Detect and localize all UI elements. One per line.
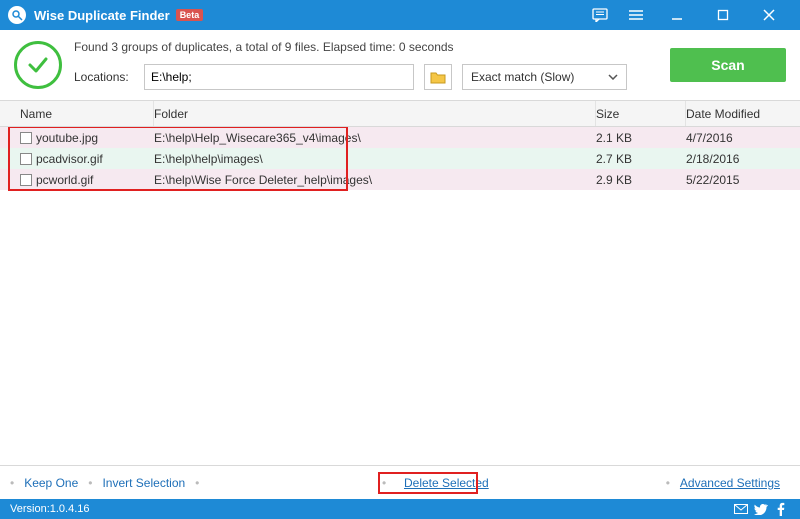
facebook-icon[interactable] [772,500,790,518]
cell-name: pcworld.gif [36,173,93,187]
chevron-down-icon [608,74,618,80]
match-mode-value: Exact match (Slow) [471,70,574,84]
advanced-settings-link[interactable]: Advanced Settings [680,476,780,490]
row-checkbox[interactable] [20,153,32,165]
status-icon [14,41,62,89]
col-header-date[interactable]: Date Modified [686,101,786,126]
cell-name: youtube.jpg [36,131,98,145]
bottom-panel: •Keep One •Invert Selection • • Delete S… [0,465,800,499]
result-rows: youtube.jpg E:\help\Help_Wisecare365_v4\… [0,127,800,465]
maximize-button[interactable] [700,0,746,30]
table-row[interactable]: pcworld.gif E:\help\Wise Force Deleter_h… [0,169,800,190]
row-checkbox[interactable] [20,132,32,144]
titlebar: Wise Duplicate Finder Beta [0,0,800,30]
cell-folder: E:\help\Help_Wisecare365_v4\images\ [154,131,596,145]
top-panel: Found 3 groups of duplicates, a total of… [0,30,800,101]
cell-size: 2.7 KB [596,152,686,166]
table-row[interactable]: youtube.jpg E:\help\Help_Wisecare365_v4\… [0,127,800,148]
twitter-icon[interactable] [752,500,770,518]
app-logo [8,6,26,24]
feedback-button[interactable] [582,0,618,30]
table-header: Name Folder Size Date Modified [0,101,800,127]
col-header-folder[interactable]: Folder [154,101,596,126]
col-header-name[interactable]: Name [14,101,154,126]
cell-folder: E:\help\Wise Force Deleter_help\images\ [154,173,596,187]
scan-button[interactable]: Scan [670,48,786,82]
cell-size: 2.9 KB [596,173,686,187]
locations-input[interactable] [144,64,414,90]
delete-selected-link[interactable]: Delete Selected [404,476,489,490]
version-value: 1.0.4.16 [50,503,90,515]
table-row[interactable]: pcadvisor.gif E:\help\help\images\ 2.7 K… [0,148,800,169]
statusbar: Version: 1.0.4.16 [0,499,800,519]
version-label: Version: [10,503,50,515]
cell-date: 2/18/2016 [686,152,786,166]
menu-button[interactable] [618,0,654,30]
beta-badge: Beta [176,9,204,21]
row-checkbox[interactable] [20,174,32,186]
status-message: Found 3 groups of duplicates, a total of… [74,40,658,54]
col-header-size[interactable]: Size [596,101,686,126]
match-mode-select[interactable]: Exact match (Slow) [462,64,627,90]
cell-name: pcadvisor.gif [36,152,103,166]
cell-date: 4/7/2016 [686,131,786,145]
locations-row: Locations: Exact match (Slow) [74,64,658,90]
keep-one-link[interactable]: Keep One [24,476,78,490]
mail-icon[interactable] [732,500,750,518]
cell-size: 2.1 KB [596,131,686,145]
app-title: Wise Duplicate Finder [34,8,170,23]
cell-folder: E:\help\help\images\ [154,152,596,166]
minimize-button[interactable] [654,0,700,30]
cell-date: 5/22/2015 [686,173,786,187]
browse-folder-button[interactable] [424,64,452,90]
app-window: Wise Duplicate Finder Beta Found 3 group… [0,0,800,519]
close-button[interactable] [746,0,792,30]
invert-selection-link[interactable]: Invert Selection [102,476,185,490]
folder-icon [430,70,446,84]
locations-label: Locations: [74,70,134,84]
